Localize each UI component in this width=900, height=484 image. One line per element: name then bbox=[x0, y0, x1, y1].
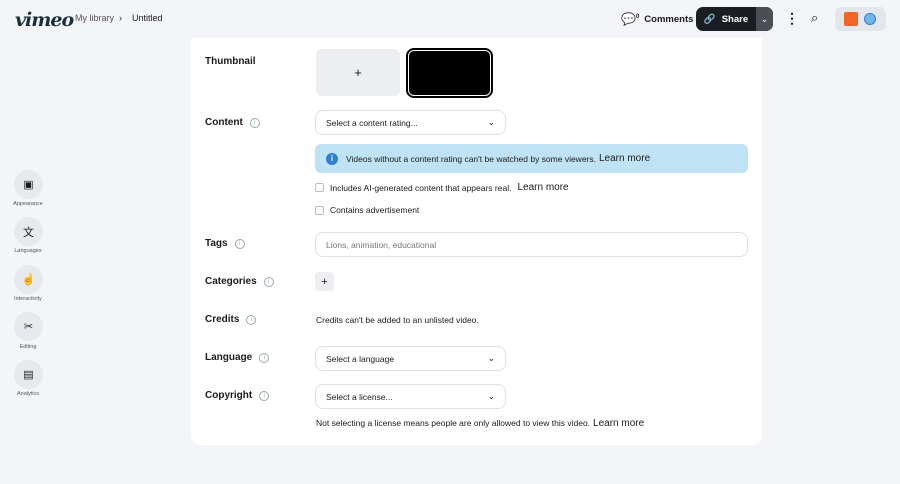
ai-content-row: Includes AI-generated content that appea… bbox=[315, 182, 569, 193]
play-square-icon: ▣ bbox=[23, 179, 34, 191]
team-logo-icon bbox=[844, 12, 858, 26]
info-icon[interactable]: i bbox=[246, 314, 257, 325]
license-note-row: Not selecting a license means people are… bbox=[316, 418, 644, 429]
label-text: Credits bbox=[205, 314, 240, 325]
breadcrumb-current: Untitled bbox=[132, 13, 163, 23]
share-button[interactable]: 🔗 Share bbox=[696, 7, 756, 31]
label-text: Copyright bbox=[205, 390, 253, 401]
label-text: Thumbnail bbox=[205, 56, 256, 67]
learn-more-link[interactable]: Learn more bbox=[599, 153, 650, 164]
notice-text: Videos without a content rating can't be… bbox=[346, 153, 596, 164]
comment-icon: 💬0 bbox=[621, 12, 640, 26]
account-switcher[interactable] bbox=[835, 7, 886, 31]
sidebar-languages-button[interactable]: 文 bbox=[14, 217, 43, 246]
credits-label: Credits i bbox=[205, 314, 257, 325]
credits-note: Credits can't be added to an unlisted vi… bbox=[316, 315, 479, 325]
more-options-icon[interactable]: ⋮ bbox=[785, 10, 799, 27]
scissors-icon: ✂ bbox=[23, 321, 34, 333]
license-select[interactable]: Select a license... ⌄ bbox=[315, 384, 506, 409]
select-value: Select a content rating... bbox=[326, 117, 418, 128]
thumbnail-selected[interactable] bbox=[406, 48, 493, 98]
checkbox-label: Includes AI-generated content that appea… bbox=[330, 182, 512, 193]
language-label: Language i bbox=[205, 352, 270, 363]
advertisement-row: Contains advertisement bbox=[315, 205, 419, 215]
sidebar-label: Analytics bbox=[16, 391, 39, 397]
chart-icon: ▤ bbox=[23, 369, 34, 381]
comments-button[interactable]: 💬0 Comments bbox=[621, 12, 693, 26]
sidebar-editing-button[interactable]: ✂ bbox=[14, 312, 43, 341]
info-icon[interactable]: i bbox=[263, 276, 274, 287]
info-icon[interactable]: i bbox=[249, 117, 260, 128]
categories-label: Categories i bbox=[205, 276, 274, 287]
label-text: Language bbox=[205, 352, 253, 363]
checkbox-label: Contains advertisement bbox=[330, 205, 420, 215]
label-text: Categories bbox=[205, 276, 257, 287]
sidebar-label: Editing bbox=[19, 344, 37, 350]
search-icon[interactable]: ⌕ bbox=[811, 10, 818, 26]
learn-more-link[interactable]: Learn more bbox=[517, 182, 568, 193]
chevron-down-icon: ⌄ bbox=[487, 391, 495, 401]
sidebar-appearance-button[interactable]: ▣ bbox=[14, 170, 43, 199]
content-rating-notice: i Videos without a content rating can't … bbox=[315, 144, 748, 173]
license-note: Not selecting a license means people are… bbox=[316, 418, 591, 428]
add-category-button[interactable]: + bbox=[315, 272, 334, 291]
comments-label: Comments bbox=[644, 13, 694, 25]
sidebar-interactivity-button[interactable]: ☝ bbox=[14, 265, 43, 294]
advertisement-checkbox[interactable] bbox=[315, 205, 324, 215]
sidebar-label: Appearance bbox=[13, 201, 43, 207]
learn-more-link[interactable]: Learn more bbox=[593, 418, 644, 429]
share-dropdown-chevron-icon[interactable]: ⌄ bbox=[756, 7, 773, 31]
select-value: Select a language bbox=[326, 353, 395, 364]
tap-icon: ☝ bbox=[21, 274, 36, 286]
info-icon[interactable]: i bbox=[259, 352, 270, 363]
tags-input[interactable] bbox=[315, 232, 748, 257]
sidebar-analytics-button[interactable]: ▤ bbox=[14, 360, 43, 389]
label-text: Content bbox=[205, 117, 243, 128]
breadcrumb-my-library[interactable]: My library bbox=[75, 13, 114, 23]
label-text: Tags bbox=[205, 238, 228, 249]
language-select[interactable]: Select a language ⌄ bbox=[315, 346, 506, 371]
avatar bbox=[864, 13, 876, 25]
chevron-right-icon: › bbox=[119, 13, 122, 23]
select-value: Select a license... bbox=[326, 391, 393, 402]
sidebar-label: Interactivity bbox=[14, 296, 42, 302]
info-icon[interactable]: i bbox=[259, 390, 270, 401]
share-button-group: 🔗 Share ⌄ bbox=[696, 7, 773, 31]
thumbnail-label: Thumbnail bbox=[205, 56, 256, 67]
copyright-label: Copyright i bbox=[205, 390, 270, 401]
sidebar-label: Languages bbox=[14, 248, 42, 254]
link-icon: 🔗 bbox=[703, 13, 716, 25]
content-rating-select[interactable]: Select a content rating... ⌄ bbox=[315, 110, 506, 135]
tags-label: Tags i bbox=[205, 238, 245, 249]
translate-icon: 文 bbox=[23, 226, 34, 239]
info-icon: i bbox=[326, 152, 338, 165]
add-thumbnail-button[interactable]: + bbox=[316, 49, 400, 96]
content-label: Content i bbox=[205, 117, 260, 128]
vimeo-logo[interactable]: vimeo bbox=[15, 9, 74, 31]
info-icon[interactable]: i bbox=[234, 238, 245, 249]
chevron-down-icon: ⌄ bbox=[487, 353, 495, 363]
ai-content-checkbox[interactable] bbox=[315, 183, 324, 192]
chevron-down-icon: ⌄ bbox=[487, 117, 495, 127]
